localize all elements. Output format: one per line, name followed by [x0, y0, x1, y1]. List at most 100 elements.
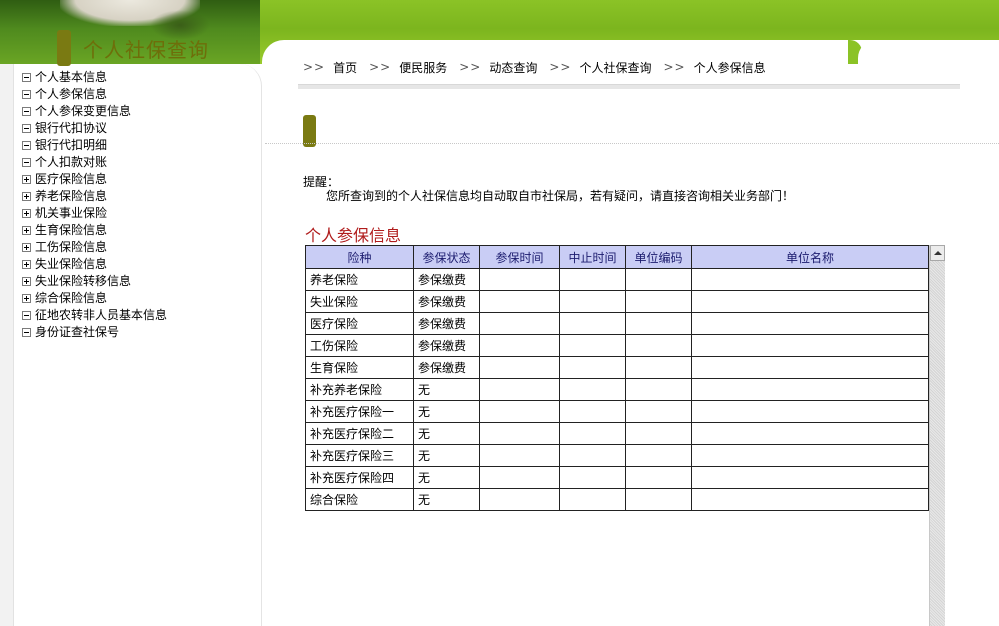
table-cell: 补充医疗保险一 [305, 400, 414, 423]
collapse-minus-icon[interactable] [22, 107, 31, 116]
table-cell [625, 268, 692, 291]
sidebar-item[interactable]: 身份证查社保号 [22, 324, 167, 341]
table-cell: 工伤保险 [305, 334, 414, 357]
table-cell [559, 290, 626, 313]
sidebar-item-label: 养老保险信息 [35, 189, 108, 203]
table-row: 工伤保险 参保缴费 [305, 334, 929, 357]
collapse-minus-icon[interactable] [22, 141, 31, 150]
sidebar-edge [0, 64, 14, 626]
expand-plus-icon[interactable] [22, 243, 31, 252]
sidebar-item[interactable]: 征地农转非人员基本信息 [22, 307, 167, 324]
header-right-tab [858, 40, 999, 64]
table-cell [625, 400, 692, 423]
sidebar-item-label: 个人参保变更信息 [35, 104, 132, 118]
sidebar-item-label: 综合保险信息 [35, 291, 108, 305]
scroll-up-button[interactable] [930, 245, 945, 261]
table-cell: 参保缴费 [413, 356, 480, 379]
sidebar-item[interactable]: 失业保险转移信息 [22, 273, 167, 290]
table-cell: 无 [413, 400, 480, 423]
collapse-minus-icon[interactable] [22, 73, 31, 82]
collapse-minus-icon[interactable] [22, 124, 31, 133]
table-cell [559, 356, 626, 379]
breadcrumb-link[interactable]: 个人参保信息 [694, 59, 766, 76]
table-cell: 无 [413, 444, 480, 467]
table-cell [625, 334, 692, 357]
sidebar-item[interactable]: 机关事业保险 [22, 205, 167, 222]
table-row: 补充医疗保险一无 [305, 400, 929, 423]
table-row: 补充医疗保险二无 [305, 422, 929, 445]
sidebar-header: 个人社保查询 [57, 30, 209, 66]
table-cell [559, 422, 626, 445]
sidebar-item[interactable]: 医疗保险信息 [22, 171, 167, 188]
table-cell [479, 334, 560, 357]
sidebar-item-label: 征地农转非人员基本信息 [35, 308, 168, 322]
table-cell: 参保缴费 [413, 290, 480, 313]
expand-plus-icon[interactable] [22, 277, 31, 286]
sidebar-item[interactable]: 个人扣款对账 [22, 154, 167, 171]
sidebar-item[interactable]: 失业保险信息 [22, 256, 167, 273]
column-header: 参保状态 [413, 245, 480, 269]
table-cell: 医疗保险 [305, 312, 414, 335]
vertical-scrollbar[interactable] [929, 245, 945, 626]
sidebar-item[interactable]: 银行代扣明细 [22, 137, 167, 154]
table-row: 补充养老保险无 [305, 378, 929, 401]
sidebar-item-label: 工伤保险信息 [35, 240, 108, 254]
table-cell: 补充养老保险 [305, 378, 414, 401]
sidebar-item[interactable]: 工伤保险信息 [22, 239, 167, 256]
sidebar-item[interactable]: 生育保险信息 [22, 222, 167, 239]
sidebar-item[interactable]: 综合保险信息 [22, 290, 167, 307]
table-cell: 养老保险 [305, 268, 414, 291]
table-row: 医疗保险 参保缴费 [305, 312, 929, 335]
table-cell [625, 356, 692, 379]
table-cell [691, 312, 929, 335]
expand-plus-icon[interactable] [22, 192, 31, 201]
table-cell [625, 466, 692, 489]
breadcrumb-separator: >> [549, 60, 572, 74]
sidebar-tree: 个人基本信息 个人参保信息 个人参保变更信息 银行代扣协议 银行代扣明细个人扣款对账 医疗… [22, 69, 167, 341]
table-cell [691, 444, 929, 467]
table-cell [559, 488, 626, 511]
sidebar-item[interactable]: 银行代扣协议 [22, 120, 167, 137]
insurance-table: 险种 参保状态 参保时间 中止时间 单位编码 单位名称 养老保险 参保缴费 失业保险 参保缴费医… [305, 245, 929, 511]
collapse-minus-icon[interactable] [22, 158, 31, 167]
expand-plus-icon[interactable] [22, 260, 31, 269]
table-cell [559, 466, 626, 489]
sidebar-item[interactable]: 个人基本信息 [22, 69, 167, 86]
collapse-minus-icon[interactable] [22, 90, 31, 99]
expand-plus-icon[interactable] [22, 175, 31, 184]
table-cell [691, 334, 929, 357]
table-cell: 补充医疗保险四 [305, 466, 414, 489]
table-cell [691, 290, 929, 313]
table-row: 失业保险 参保缴费 [305, 290, 929, 313]
sidebar-title: 个人社保查询 [83, 37, 209, 62]
sidebar-item[interactable]: 养老保险信息 [22, 188, 167, 205]
breadcrumb-separator: >> [303, 60, 326, 74]
breadcrumb-link[interactable]: 个人社保查询 [579, 59, 651, 76]
sidebar-item-label: 机关事业保险 [35, 206, 108, 220]
table-body: 养老保险 参保缴费 失业保险 参保缴费 医疗保险 参保缴费 工伤保险 参保缴费 生育保险 参保缴费… [305, 268, 929, 511]
column-header: 中止时间 [559, 245, 626, 269]
table-cell: 无 [413, 488, 480, 511]
sidebar-title-marker [57, 30, 71, 66]
column-header: 单位名称 [691, 245, 929, 269]
table-cell: 参保缴费 [413, 334, 480, 357]
table-cell: 补充医疗保险三 [305, 444, 414, 467]
table-cell [559, 268, 626, 291]
expand-plus-icon[interactable] [22, 226, 31, 235]
collapse-minus-icon[interactable] [22, 328, 31, 337]
collapse-minus-icon[interactable] [22, 311, 31, 320]
table-cell [625, 312, 692, 335]
sidebar-item[interactable]: 个人参保信息 [22, 86, 167, 103]
table-header-row: 险种 参保状态 参保时间 中止时间 单位编码 单位名称 [305, 245, 929, 269]
expand-plus-icon[interactable] [22, 209, 31, 218]
section-title: 个人参保信息 [305, 226, 402, 245]
expand-plus-icon[interactable] [22, 294, 31, 303]
sidebar-item-label: 银行代扣明细 [35, 138, 108, 152]
sidebar-item-label: 银行代扣协议 [35, 121, 108, 135]
sidebar-item[interactable]: 个人参保变更信息 [22, 103, 167, 120]
table-cell [479, 378, 560, 401]
breadcrumb-link[interactable]: 首页 [333, 59, 357, 76]
breadcrumb-link[interactable]: 动态查询 [489, 59, 537, 76]
table-cell [479, 422, 560, 445]
breadcrumb-link[interactable]: 便民服务 [399, 59, 447, 76]
